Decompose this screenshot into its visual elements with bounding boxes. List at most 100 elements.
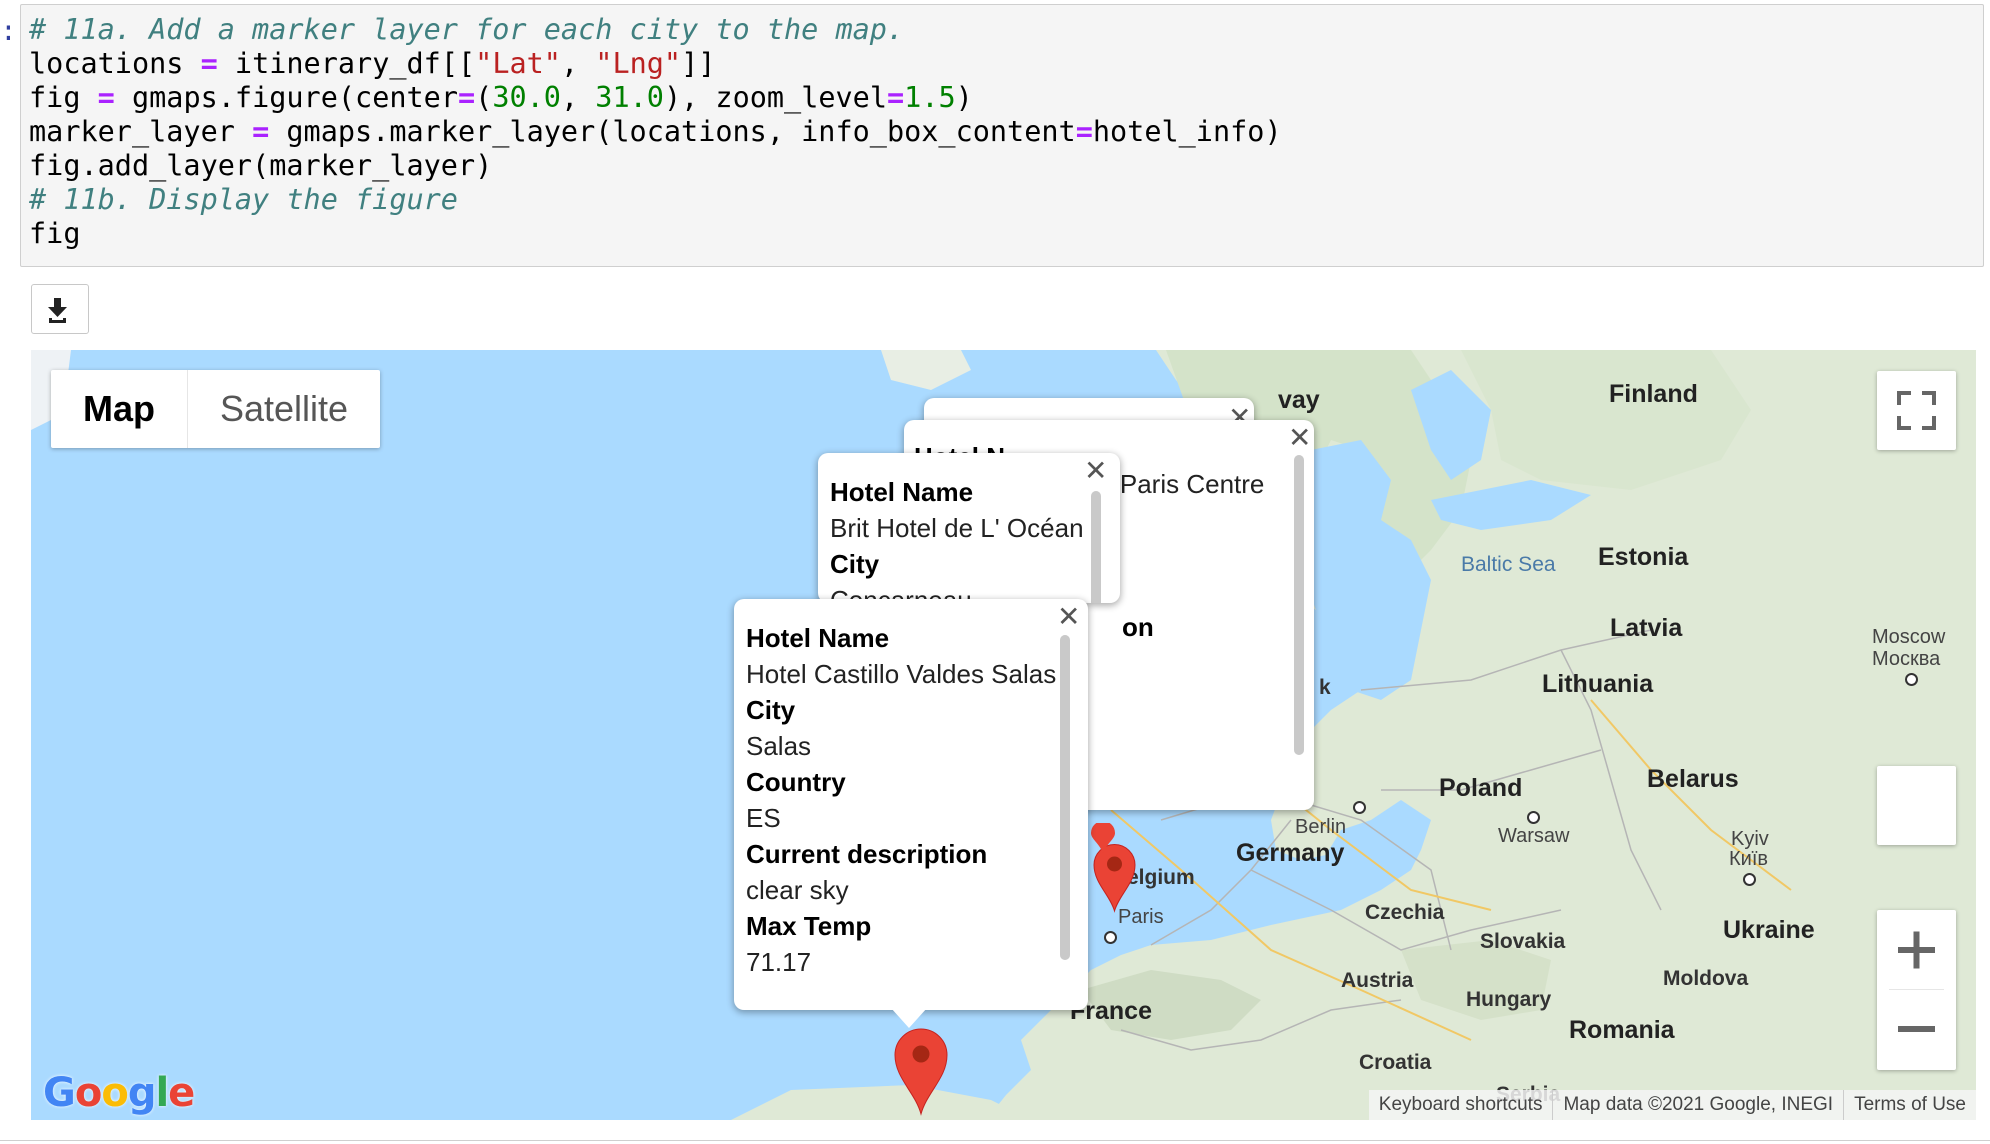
scrollbar-thumb[interactable] [1091,491,1101,603]
keyboard-shortcuts-link[interactable]: Keyboard shortcuts [1368,1090,1554,1120]
logo-letter: G [43,1070,76,1116]
code-operator: = [97,81,115,114]
download-button[interactable] [31,284,89,334]
label-moscow-ru: Москва [1872,648,1941,670]
fullscreen-icon [1897,391,1936,430]
label-moldova: Moldova [1663,967,1749,990]
code-operator: = [252,115,270,148]
description-label: Current description [746,839,988,869]
label-czechia: Czechia [1365,901,1445,924]
zoom-in-button[interactable] [1877,910,1956,989]
code-line-3: fig = gmaps.figure(center=(30.0, 31.0), … [29,81,973,115]
map-type-control: Map Satellite [51,370,381,448]
label-poland: Poland [1439,774,1523,802]
hotel-name-value: Hotel Castillo Valdes Salas [746,659,1057,689]
zoom-out-button[interactable] [1877,990,1956,1069]
code-line-6: # 11b. Display the figure [29,183,458,217]
scrollbar[interactable] [1091,491,1101,603]
label-kyiv-uk: Київ [1729,848,1769,870]
label-romania: Romania [1569,1016,1675,1044]
code-string: "Lng" [595,47,682,80]
google-logo[interactable]: Google [43,1070,195,1116]
logo-letter: o [101,1070,129,1116]
marker-concarneau[interactable] [1089,823,1117,855]
code-token: ), zoom_level [663,81,887,114]
close-icon[interactable]: ✕ [1057,603,1080,631]
label-germany: Germany [1236,839,1345,867]
label-warsaw: Warsaw [1498,825,1570,847]
label-belarus: Belarus [1647,765,1739,793]
info-window-hotel-name: - Paris Centre [1104,469,1265,499]
code-operator: = [887,81,905,114]
logo-letter: l [155,1070,169,1116]
label-finland: Finland [1609,380,1698,408]
cell-prompt: : [0,18,17,49]
label-hungary: Hungary [1466,988,1552,1011]
scrollbar[interactable] [1060,635,1070,960]
marker-salas[interactable] [893,1028,949,1116]
code-string: "Lat" [475,47,561,80]
code-token: hotel_info) [1092,115,1282,148]
code-operator: = [1075,115,1093,148]
code-token: fig [29,81,98,114]
description-value: clear sky [746,875,849,905]
label-croatia: Croatia [1359,1051,1432,1074]
label-belgium: elgium [1127,866,1195,889]
download-icon [48,298,67,323]
map-type-map-button[interactable]: Map [51,370,188,448]
info-window-concarneau[interactable]: ✕ Hotel Name Brit Hotel de L' Océan City… [818,453,1120,603]
city-dot [1353,801,1366,814]
label-moscow: Moscow [1872,626,1946,648]
label-latvia: Latvia [1610,614,1683,642]
city-dot [1905,673,1918,686]
map-widget[interactable]: Finland vay Baltic Sea Estonia Latvia Li… [31,350,1976,1120]
zoom-control [1877,910,1956,1070]
code-token: , [560,81,596,114]
code-token: marker_layer [29,115,253,148]
code-token: , [560,47,596,80]
code-line-5: fig.add_layer(marker_layer) [29,149,492,183]
city-dot [1527,811,1540,824]
label-partial: k [1319,676,1331,699]
hotel-name-value: Brit Hotel de L' Océan [830,513,1084,543]
code-token: gmaps.figure(center [114,81,458,114]
divider [0,1140,1990,1141]
code-line-1: # 11a. Add a marker layer for each city … [29,13,904,47]
close-icon[interactable]: ✕ [1288,424,1311,452]
map-data-attribution: Map data ©2021 Google, INEGI [1553,1090,1845,1120]
code-token: ) [955,81,973,114]
max-temp-label: Max Temp [746,911,872,941]
city-label: City [830,549,880,579]
pegman-button[interactable] [1877,766,1956,845]
max-temp-value: 71.17 [746,947,812,977]
close-icon[interactable]: ✕ [1084,457,1107,485]
logo-letter: o [74,1070,103,1116]
info-window-label: on [1122,612,1154,642]
fullscreen-button[interactable] [1877,371,1956,450]
scrollbar-thumb[interactable] [1060,635,1070,960]
code-token: gmaps.marker_layer(locations, info_box_c… [269,115,1076,148]
terms-of-use-link[interactable]: Terms of Use [1844,1090,1976,1120]
info-window-pointer [891,1008,927,1028]
code-line-4: marker_layer = gmaps.marker_layer(locati… [29,115,1282,149]
country-label: Country [746,767,846,797]
logo-letter: g [127,1070,157,1116]
scrollbar[interactable] [1294,455,1304,755]
country-value: ES [746,803,781,833]
code-number: 1.5 [904,81,956,114]
hotel-name-label: Hotel Name [830,477,974,507]
label-slovakia: Slovakia [1480,930,1566,953]
label-norway: vay [1278,386,1320,414]
label-ukraine: Ukraine [1723,916,1815,944]
code-operator: = [457,81,476,114]
label-berlin: Berlin [1295,816,1347,838]
city-dot [1104,931,1117,944]
map-footer: Keyboard shortcuts Map data ©2021 Google… [1368,1090,1976,1120]
map-type-satellite-button[interactable]: Satellite [188,370,380,448]
label-baltic-sea: Baltic Sea [1461,553,1556,576]
info-window-salas[interactable]: ✕ Hotel Name Hotel Castillo Valdes Salas… [734,599,1088,1028]
code-line-2: locations = itinerary_df[["Lat", "Lng"]] [29,47,715,81]
code-cell[interactable]: # 11a. Add a marker layer for each city … [20,4,1984,267]
scrollbar-thumb[interactable] [1294,455,1304,755]
label-austria: Austria [1341,969,1414,992]
